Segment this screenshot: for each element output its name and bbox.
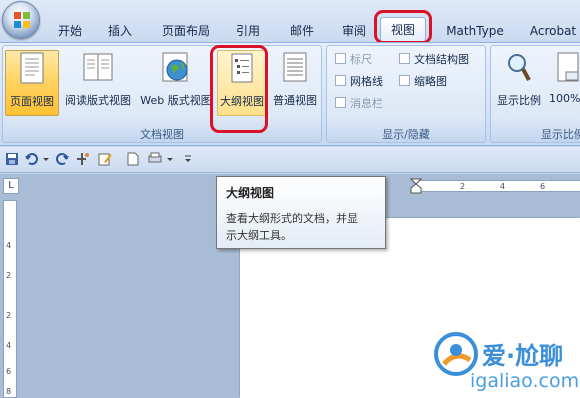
ruler-tick-label: 4 — [500, 182, 506, 191]
tab-review[interactable]: 审阅 — [334, 22, 374, 42]
show-hide-group-label: 显示/隐藏 — [382, 128, 430, 141]
tab-home[interactable]: 开始 — [50, 22, 90, 42]
undo-dropdown-icon[interactable] — [42, 152, 50, 166]
outline-view-icon — [231, 53, 253, 83]
zoom-group-label: 显示比例 — [541, 128, 580, 141]
indent-marker-icon[interactable] — [410, 178, 422, 194]
message-bar-checkbox-label: 消息栏 — [350, 97, 383, 110]
outline-view-label: 大纲视图 — [220, 95, 264, 108]
draft-view-icon — [283, 52, 307, 82]
thumbnails-checkbox-box — [399, 75, 410, 86]
more-commands-icon[interactable] — [184, 152, 192, 166]
quick-access-toolbar — [0, 147, 580, 173]
print-layout-label: 页面视图 — [10, 95, 54, 108]
full-screen-reading-button[interactable]: 阅读版式视图 — [61, 50, 135, 116]
page-100-icon — [557, 52, 579, 82]
checkbox-gridlines[interactable]: 网格线 — [335, 74, 383, 90]
undo-icon[interactable] — [24, 152, 38, 166]
draft-view-button[interactable]: 普通视图 — [269, 50, 321, 116]
outline-view-tooltip: 大纲视图 查看大纲形式的文档，并显 示大纲工具。 — [216, 176, 386, 249]
group-show-hide: 标尺 文档结构图 网格线 缩略图 消息栏 显示/隐藏 — [326, 45, 486, 143]
web-layout-button[interactable]: Web 版式视图 — [137, 50, 215, 116]
gridlines-checkbox-box — [335, 75, 346, 86]
format-painter-icon[interactable] — [76, 152, 90, 166]
ruler-tick-label: 8 — [6, 387, 12, 396]
tab-references[interactable]: 引用 — [228, 22, 268, 42]
draft-view-label: 普通视图 — [273, 94, 317, 107]
edit-icon[interactable] — [98, 152, 112, 166]
message-bar-checkbox-box — [335, 97, 346, 108]
print-layout-button[interactable]: 页面视图 — [5, 50, 59, 116]
ruler-tick-label: 4 — [6, 341, 12, 350]
ruler-text-area: 2 4 6 — [416, 180, 580, 192]
ruler-checkbox-label: 标尺 — [350, 53, 372, 66]
save-icon[interactable] — [5, 152, 19, 166]
ribbon-tab-strip: 开始 插入 页面布局 引用 邮件 审阅 视图 MathType Acrobat — [0, 0, 580, 43]
reading-layout-icon — [83, 53, 113, 81]
tab-acrobat[interactable]: Acrobat — [526, 22, 580, 42]
zoom-label: 显示比例 — [497, 94, 541, 107]
ruler-tick-label: 2 — [6, 271, 12, 280]
zoom-button[interactable]: 显示比例 — [493, 50, 545, 116]
tab-mailings[interactable]: 邮件 — [282, 22, 322, 42]
ruler-tick-label: 4 — [6, 241, 12, 250]
zoom-100-button[interactable]: 100% — [547, 50, 580, 116]
office-button[interactable] — [2, 1, 40, 39]
watermark-domain: igaliao.com — [470, 370, 580, 392]
reading-layout-label: 阅读版式视图 — [65, 94, 131, 107]
print-layout-icon — [20, 52, 44, 84]
tooltip-body: 查看大纲形式的文档，并显 示大纲工具。 — [226, 210, 376, 244]
ruler-checkbox-box — [335, 53, 346, 64]
checkbox-message-bar[interactable]: 消息栏 — [335, 96, 383, 112]
outline-view-button[interactable]: 大纲视图 — [217, 50, 267, 116]
document-map-checkbox-label: 文档结构图 — [414, 53, 469, 66]
print-preview-icon[interactable] — [148, 152, 162, 166]
office-logo-icon — [14, 12, 30, 28]
ruler-tick-label: 6 — [6, 367, 12, 376]
checkbox-ruler[interactable]: 标尺 — [335, 52, 372, 68]
tab-mathtype[interactable]: MathType — [440, 22, 510, 42]
tab-selector[interactable]: L — [3, 178, 19, 194]
ruler-tick-label: 6 — [540, 182, 546, 191]
checkbox-thumbnails[interactable]: 缩略图 — [399, 74, 447, 90]
ribbon: 页面视图 阅读版式视图 Web 版式视图 大纲视图 普通视图 文档视图 标尺 文… — [0, 42, 580, 146]
tab-view[interactable]: 视图 — [380, 17, 426, 43]
globe-icon — [162, 52, 188, 82]
web-layout-label: Web 版式视图 — [140, 94, 212, 107]
watermark-chinese: 爱·尬聊 — [482, 342, 564, 370]
tab-page-layout[interactable]: 页面布局 — [154, 22, 218, 42]
document-map-checkbox-box — [399, 53, 410, 64]
document-views-group-label: 文档视图 — [140, 128, 184, 141]
gridlines-checkbox-label: 网格线 — [350, 75, 383, 88]
ruler-tick-label: 2 — [6, 311, 12, 320]
tooltip-line: 示大纲工具。 — [226, 229, 292, 242]
redo-icon[interactable] — [56, 152, 70, 166]
vertical-ruler[interactable]: 4 2 2 4 6 8 — [3, 200, 17, 398]
zoom-100-label: 100% — [549, 92, 580, 105]
group-zoom: 显示比例 100% 显示比例 — [490, 45, 580, 143]
new-document-icon[interactable] — [126, 152, 140, 166]
customize-toolbar-dropdown-icon[interactable] — [166, 152, 174, 166]
group-document-views: 页面视图 阅读版式视图 Web 版式视图 大纲视图 普通视图 文档视图 — [2, 45, 322, 143]
tooltip-title: 大纲视图 — [226, 186, 275, 200]
magnifier-icon — [508, 54, 531, 81]
checkbox-document-map[interactable]: 文档结构图 — [399, 52, 469, 68]
thumbnails-checkbox-label: 缩略图 — [414, 75, 447, 88]
tooltip-line: 查看大纲形式的文档，并显 — [226, 212, 358, 225]
tab-insert[interactable]: 插入 — [100, 22, 140, 42]
ruler-tick-label: 2 — [460, 182, 466, 191]
